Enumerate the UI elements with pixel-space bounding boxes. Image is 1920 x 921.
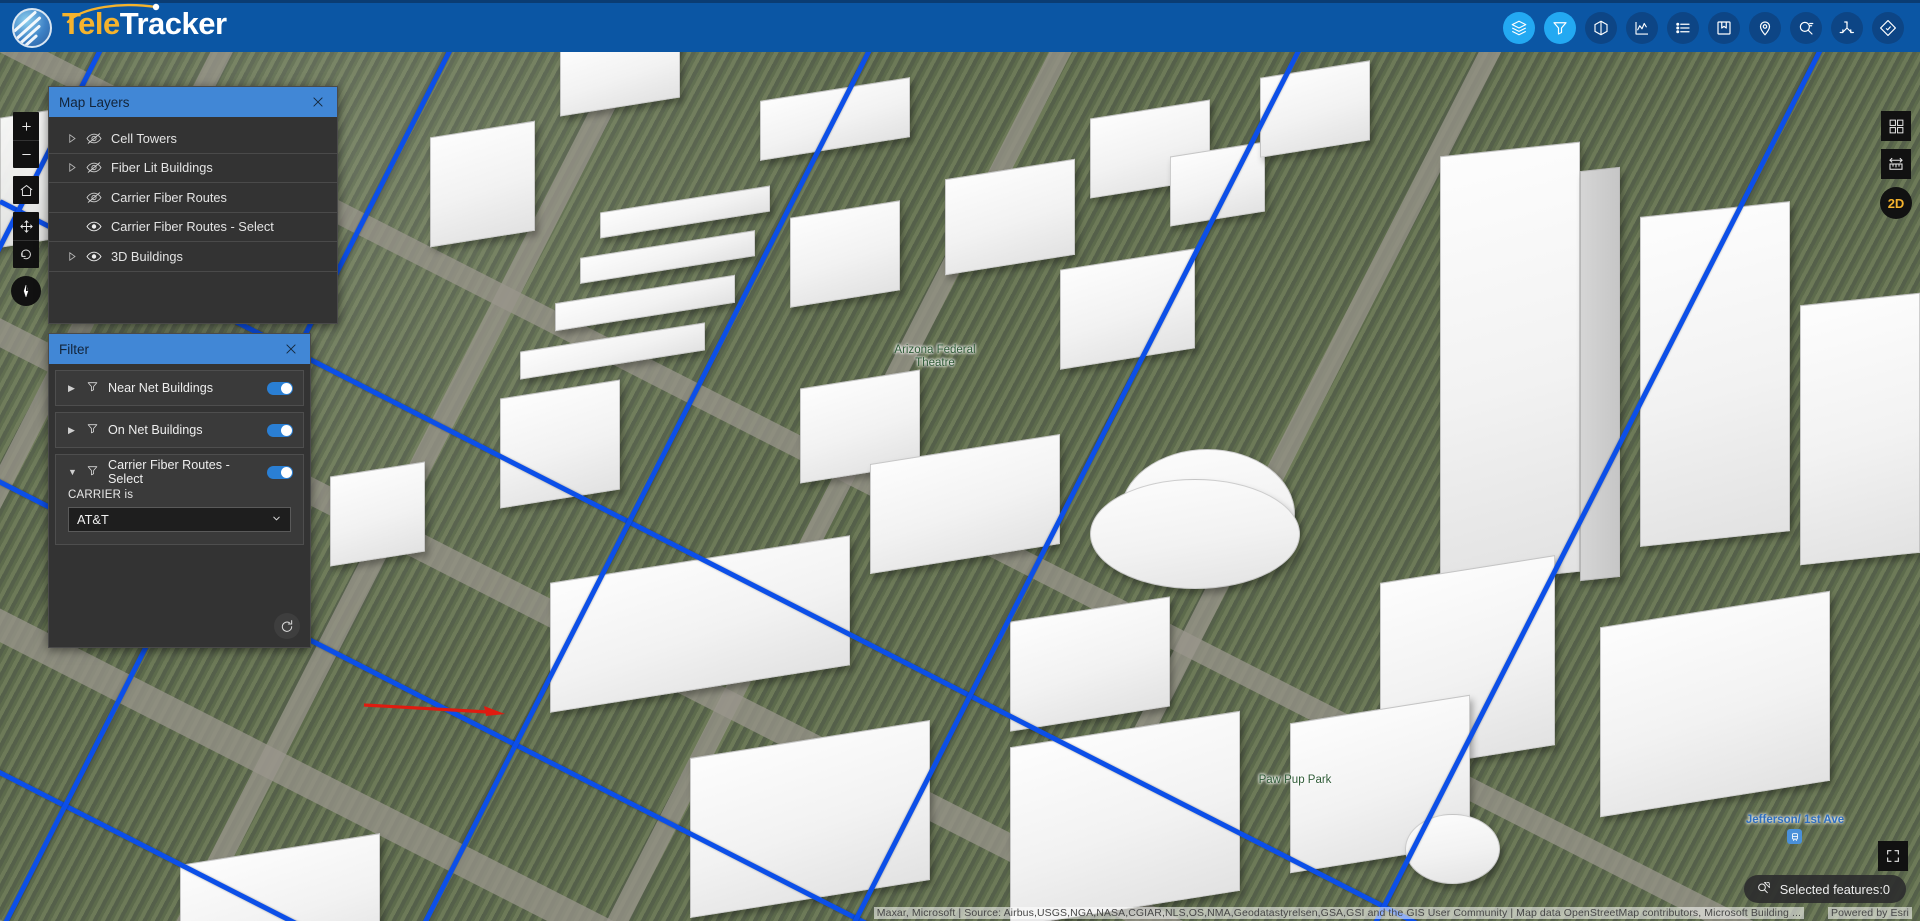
location-pin-icon[interactable] [1749,12,1781,44]
map-navigation-tools [13,112,41,306]
filter-row-near-net-buildings[interactable]: ▶ Near Net Buildings [56,371,303,405]
layer-label: Carrier Fiber Routes [111,190,227,205]
filter-label: Carrier Fiber Routes - Select [108,458,258,486]
top-bar: TeleTracker [0,0,1920,52]
expand-caret-icon[interactable]: ▶ [68,383,77,394]
filter-funnel-icon [86,464,99,480]
layer-row-fiber-lit-buildings[interactable]: Fiber Lit Buildings [49,154,337,184]
map-layers-panel-header: Map Layers [49,87,337,117]
annotation-arrow-icon [362,701,507,717]
chart-icon[interactable] [1626,12,1658,44]
filter-panel: Filter ▶ Near Net Buildings ▶ [48,333,311,648]
zoom-in-button[interactable] [13,112,39,140]
filter-row-on-net-buildings[interactable]: ▶ On Net Buildings [56,413,303,447]
fullscreen-icon[interactable] [1878,841,1908,871]
compass-icon[interactable] [11,276,41,306]
sketch-icon[interactable] [1872,12,1904,44]
map-layers-title: Map Layers [59,95,309,110]
close-icon[interactable] [282,340,300,358]
map-layers-list: Cell Towers Fiber Lit Buildings [49,124,337,272]
expand-caret-icon[interactable] [67,252,76,261]
eye-icon[interactable] [85,220,102,233]
carrier-select[interactable]: AT&T [68,507,291,532]
transit-station-label: Jefferson/ 1st Ave [1735,814,1855,826]
selected-features-label: Selected features:0 [1780,882,1890,897]
carrier-field-label: CARRIER is [68,489,291,501]
view-mode-toggle[interactable]: 2D [1880,187,1912,219]
pan-rotate-controls [13,212,39,268]
layer-row-carrier-fiber-routes-select[interactable]: Carrier Fiber Routes - Select [49,213,337,243]
filter-funnel-icon [86,422,99,438]
fiber-disc-logo-icon [12,8,52,48]
filter-funnel-icon [86,380,99,396]
filter-panel-header: Filter [49,334,310,364]
selection-icon [1756,880,1772,899]
layer-label: Carrier Fiber Routes - Select [111,219,274,234]
layer-label: 3D Buildings [111,249,183,264]
layer-row-carrier-fiber-routes[interactable]: Carrier Fiber Routes [49,183,337,213]
eye-off-icon[interactable] [85,191,102,204]
filter-card-near-net-buildings: ▶ Near Net Buildings [55,370,304,406]
filter-toggle[interactable] [267,466,293,479]
bookmark-icon[interactable] [1708,12,1740,44]
train-icon [1787,829,1802,844]
filter-card-on-net-buildings: ▶ On Net Buildings [55,412,304,448]
wordmark: TeleTracker [62,6,227,50]
close-icon[interactable] [309,93,327,111]
measure-ruler-icon[interactable] [1881,149,1911,179]
eye-off-icon[interactable] [85,132,102,145]
filter-toggle[interactable] [267,382,293,395]
brand-logo[interactable]: TeleTracker [0,6,227,50]
expand-caret-icon[interactable] [67,163,76,172]
zoom-out-button[interactable] [13,140,39,168]
search-icon[interactable] [1790,12,1822,44]
brand-name-tracker: Tracker [120,6,227,42]
swipe-icon[interactable] [1585,12,1617,44]
filter-row-carrier-fiber-routes-select[interactable]: ▼ Carrier Fiber Routes - Select [56,455,303,489]
zoom-controls [13,112,39,168]
filter-card-carrier-fiber-routes-select: ▼ Carrier Fiber Routes - Select CARRIER … [55,454,304,545]
filter-title: Filter [59,342,282,357]
filter-toggle[interactable] [267,424,293,437]
map-layers-panel: Map Layers Cell Towers [48,86,338,324]
layer-row-3d-buildings[interactable]: 3D Buildings [49,242,337,272]
carrier-select-value: AT&T [77,512,271,527]
home-control [13,176,39,204]
filter-label: Near Net Buildings [108,381,258,395]
status-badge: Selected features:0 [1744,875,1906,903]
top-bar-tools [1503,12,1920,44]
application-root: TeleTracker [0,0,1920,921]
layer-label: Fiber Lit Buildings [111,160,213,175]
pan-button[interactable] [13,212,39,240]
home-button[interactable] [13,176,39,204]
eye-off-icon[interactable] [85,161,102,174]
filter-expression: CARRIER is AT&T [56,489,303,544]
network-share-icon[interactable] [1831,12,1863,44]
map-view-tools: 2D [1881,111,1912,219]
brand-name-tele: Tele [62,6,120,42]
rotate-button[interactable] [13,240,39,268]
eye-icon[interactable] [85,250,102,263]
expand-caret-icon[interactable] [67,134,76,143]
filter-list: ▶ Near Net Buildings ▶ On Net Buildings [49,364,310,649]
expand-caret-icon[interactable]: ▶ [68,425,77,436]
expand-grid-icon[interactable] [1881,111,1911,141]
chevron-down-icon [271,512,282,527]
filter-icon[interactable] [1544,12,1576,44]
filter-label: On Net Buildings [108,423,258,437]
list-icon[interactable] [1667,12,1699,44]
layer-label: Cell Towers [111,131,177,146]
layer-row-cell-towers[interactable]: Cell Towers [49,124,337,154]
layers-icon[interactable] [1503,12,1535,44]
collapse-caret-icon[interactable]: ▼ [68,467,77,477]
reset-icon[interactable] [274,613,300,639]
